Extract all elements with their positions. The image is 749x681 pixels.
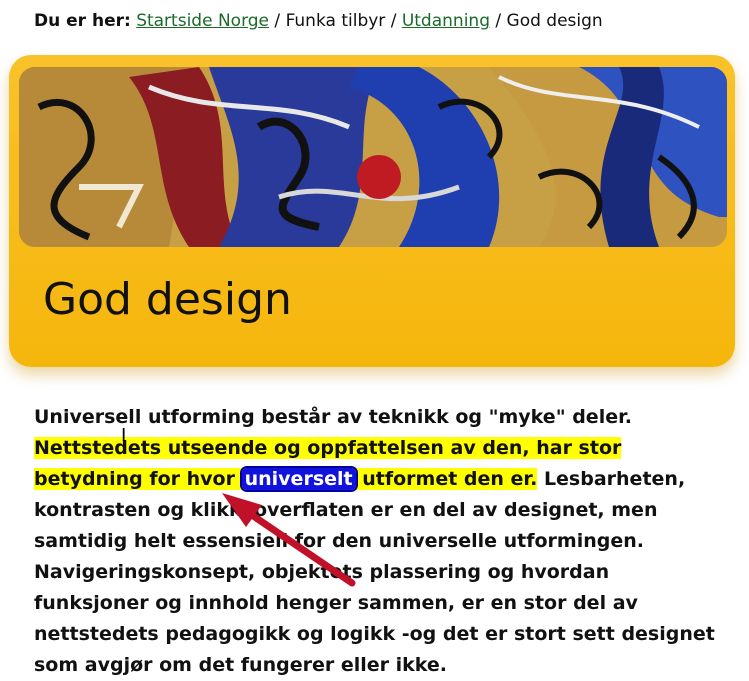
page-title: God design — [43, 274, 292, 325]
breadcrumb-separator: / — [274, 11, 281, 31]
text-body: Lesbarheten, kontrasten og klikkeoverfla… — [34, 468, 715, 676]
text-cursor-icon: I — [121, 425, 127, 446]
selected-word[interactable]: universelt — [241, 468, 356, 490]
breadcrumb: Du er her: Startside Norge / Funka tilby… — [34, 10, 603, 32]
article-text: Universell utforming består av teknikk o… — [34, 402, 724, 681]
breadcrumb-link-utdanning[interactable]: Utdanning — [402, 11, 490, 31]
page-banner: God design — [9, 55, 735, 367]
graffiti-image-art — [19, 67, 727, 247]
breadcrumb-prefix: Du er her: — [34, 11, 131, 31]
graffiti-image — [19, 67, 727, 247]
breadcrumb-separator: / — [495, 11, 502, 31]
breadcrumb-item-funka: Funka tilbyr — [285, 11, 386, 31]
highlighted-text-after: utformet den er. — [362, 468, 538, 490]
breadcrumb-separator: / — [390, 11, 397, 31]
breadcrumb-link-startside[interactable]: Startside Norge — [136, 11, 269, 31]
breadcrumb-current: God design — [506, 11, 603, 31]
